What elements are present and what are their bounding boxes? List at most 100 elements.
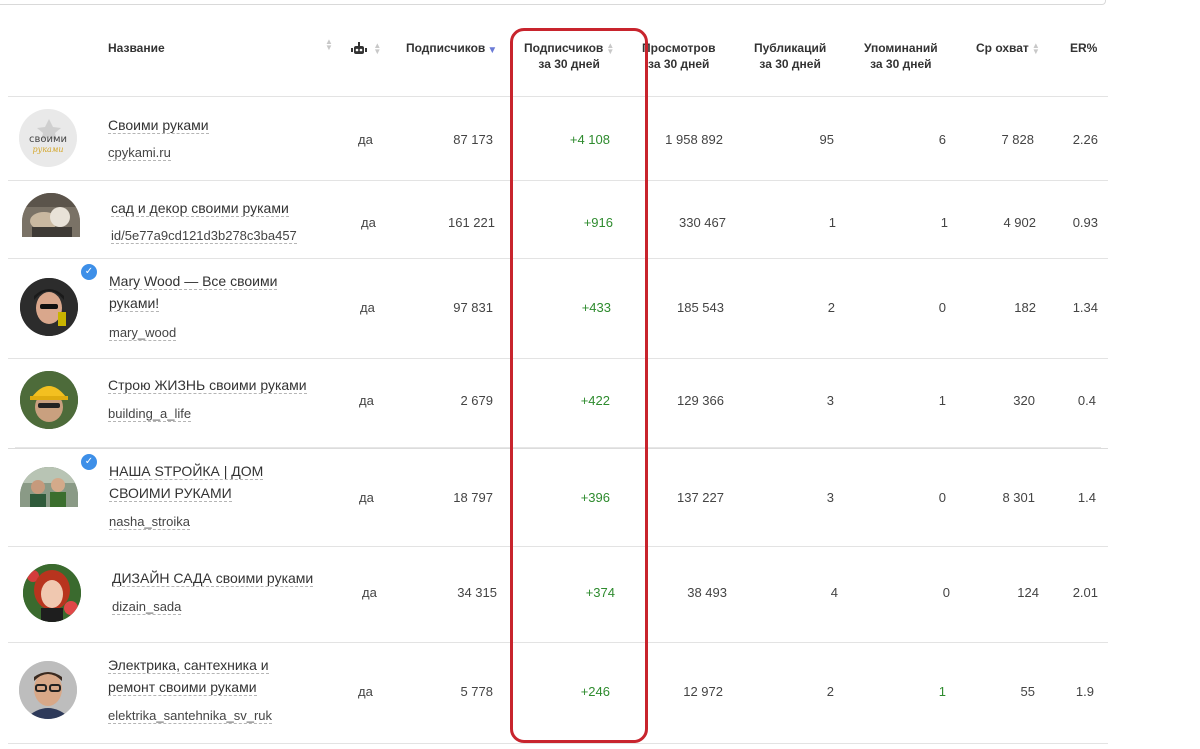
col-posts30-header[interactable]: Публикаций за 30 дней	[754, 40, 826, 72]
svg-text:своими: своими	[29, 134, 67, 145]
views30-cell: 12 972	[683, 684, 723, 699]
reach-cell: 124	[1017, 585, 1039, 600]
channel-handle[interactable]: elektrika_santehnika_sv_ruk	[108, 707, 273, 725]
channel-handle[interactable]: nasha_stroika	[109, 513, 190, 531]
table-row[interactable]: ✓ Mary Wood — Все своими руками! mary_wo…	[8, 258, 1108, 359]
reach-cell: 8 301	[1002, 490, 1035, 505]
channel-handle[interactable]: building_a_life	[108, 405, 192, 423]
col-subs30-header[interactable]: Подписчиков ▲ ▼ за 30 дней	[524, 40, 614, 72]
channel-handle[interactable]: mary_wood	[109, 324, 177, 342]
subs30-cell: +916	[583, 215, 613, 230]
subscribers-cell: 18 797	[453, 490, 493, 505]
subscribers-cell: 34 315	[457, 585, 497, 600]
bot-cell: да	[359, 490, 374, 505]
table-row[interactable]: сад и декор своими руками id/5e77a9cd121…	[8, 180, 1108, 259]
robot-icon	[351, 41, 367, 56]
subscribers-cell: 97 831	[453, 300, 493, 315]
subscribers-cell: 5 778	[460, 684, 493, 699]
er-cell: 1.9	[1075, 684, 1094, 699]
mentions30-cell: 0	[942, 585, 950, 600]
mentions30-cell: 1	[940, 215, 948, 230]
subs30-cell: +374	[585, 585, 615, 600]
photo-redhead-avatar[interactable]	[23, 564, 81, 622]
sort-icon: ▲ ▼	[606, 40, 615, 56]
channel-name[interactable]: Электрика, сантехника и ремонт своими ру…	[108, 654, 269, 698]
views30-cell: 38 493	[687, 585, 727, 600]
col-reach-header[interactable]: Ср охват ▲ ▼	[976, 40, 1040, 56]
views30-cell: 330 467	[679, 215, 726, 230]
search-box-edge	[0, 0, 1106, 5]
verified-icon: ✓	[79, 262, 99, 282]
reach-cell: 4 902	[1003, 215, 1036, 230]
subs30-cell: +396	[580, 490, 610, 505]
channel-name[interactable]: НАША STРОЙКА | ДОМ СВОИМИ РУКАМИ	[109, 460, 264, 504]
mentions30-cell: 0	[938, 490, 946, 505]
subs30-cell: +422	[580, 393, 610, 408]
bot-cell: да	[362, 585, 377, 600]
channel-handle[interactable]: cpykami.ru	[108, 144, 171, 162]
bot-cell: да	[360, 300, 375, 315]
channel-name[interactable]: Строю ЖИЗНЬ своими руками	[108, 374, 307, 396]
channel-name[interactable]: Mary Wood — Все своими руками!	[109, 270, 278, 314]
er-cell: 0.93	[1072, 215, 1098, 230]
col-er-header[interactable]: ER%	[1070, 40, 1097, 56]
photo-man-glasses-avatar[interactable]	[19, 661, 77, 719]
views30-cell: 1 958 892	[665, 132, 723, 147]
posts30-cell: 3	[826, 490, 834, 505]
channel-name[interactable]: ДИЗАЙН САДА своими руками	[112, 567, 314, 589]
col-subscribers-header[interactable]: Подписчиков ▼	[406, 40, 497, 59]
table-row[interactable]: ДИЗАЙН САДА своими руками dizain_sada да…	[8, 546, 1108, 635]
bot-cell: да	[359, 393, 374, 408]
er-cell: 2.01	[1072, 585, 1098, 600]
subscribers-cell: 87 173	[453, 132, 493, 147]
sort-desc-icon: ▼	[487, 45, 498, 56]
subs30-cell: +433	[581, 300, 611, 315]
photo-couple-avatar[interactable]	[20, 467, 78, 507]
channel-name[interactable]: Своими руками	[108, 114, 209, 136]
table-row[interactable]: своими руками Своими руками cpykami.ru д…	[8, 96, 1108, 181]
table-row[interactable]: Строю ЖИЗНЬ своими руками building_a_lif…	[8, 358, 1108, 441]
posts30-cell: 2	[827, 300, 835, 315]
sort-icon: ▲ ▼	[1031, 40, 1040, 56]
er-cell: 0.4	[1077, 393, 1096, 408]
er-cell: 1.4	[1077, 490, 1096, 505]
col-mentions30-header[interactable]: Упоминаний за 30 дней	[864, 40, 938, 72]
er-cell: 2.26	[1072, 132, 1098, 147]
table-row[interactable]: Электрика, сантехника и ремонт своими ру…	[8, 642, 1108, 744]
channel-handle[interactable]: dizain_sada	[112, 598, 182, 616]
posts30-cell: 3	[826, 393, 834, 408]
sort-icon: ▲ ▼	[373, 40, 382, 56]
channel-handle[interactable]: id/5e77a9cd121d3b278c3ba457	[111, 227, 297, 245]
reach-cell: 320	[1013, 393, 1035, 408]
verified-icon: ✓	[79, 452, 99, 472]
logo-svoimi-rukami-avatar[interactable]: своими руками	[19, 109, 77, 167]
col-name-header[interactable]: Название	[108, 40, 165, 56]
posts30-cell: 1	[828, 215, 836, 230]
posts30-cell: 95	[819, 132, 834, 147]
posts30-cell: 4	[830, 585, 838, 600]
bot-cell: да	[361, 215, 376, 230]
channel-name[interactable]: сад и декор своими руками	[111, 197, 289, 219]
subscribers-cell: 2 679	[460, 393, 493, 408]
svg-text:руками: руками	[32, 145, 63, 154]
photo-builder-avatar[interactable]	[20, 371, 78, 429]
posts30-cell: 2	[826, 684, 834, 699]
mentions30-cell: 0	[938, 300, 946, 315]
bot-cell: да	[358, 132, 373, 147]
mentions30-cell: 1	[938, 393, 946, 408]
bot-cell: да	[358, 684, 373, 699]
mentions30-cell: 6	[938, 132, 946, 147]
mentions30-cell: 1	[938, 684, 946, 699]
reach-cell: 7 828	[1001, 132, 1034, 147]
views30-cell: 129 366	[677, 393, 724, 408]
table-row[interactable]: ✓ НАША STРОЙКА | ДОМ СВОИМИ РУКАМИ nasha…	[8, 448, 1108, 547]
subs30-cell: +246	[580, 684, 610, 699]
col-views30-header[interactable]: Просмотров за 30 дней	[642, 40, 715, 72]
views30-cell: 137 227	[677, 490, 724, 505]
col-name-sort-icon[interactable]: ▲ ▼	[322, 36, 333, 52]
col-bot-header[interactable]: ▲ ▼	[351, 40, 381, 56]
photo-craft-avatar[interactable]	[22, 193, 80, 237]
photo-woman-avatar[interactable]	[20, 278, 78, 336]
views30-cell: 185 543	[677, 300, 724, 315]
reach-cell: 182	[1014, 300, 1036, 315]
